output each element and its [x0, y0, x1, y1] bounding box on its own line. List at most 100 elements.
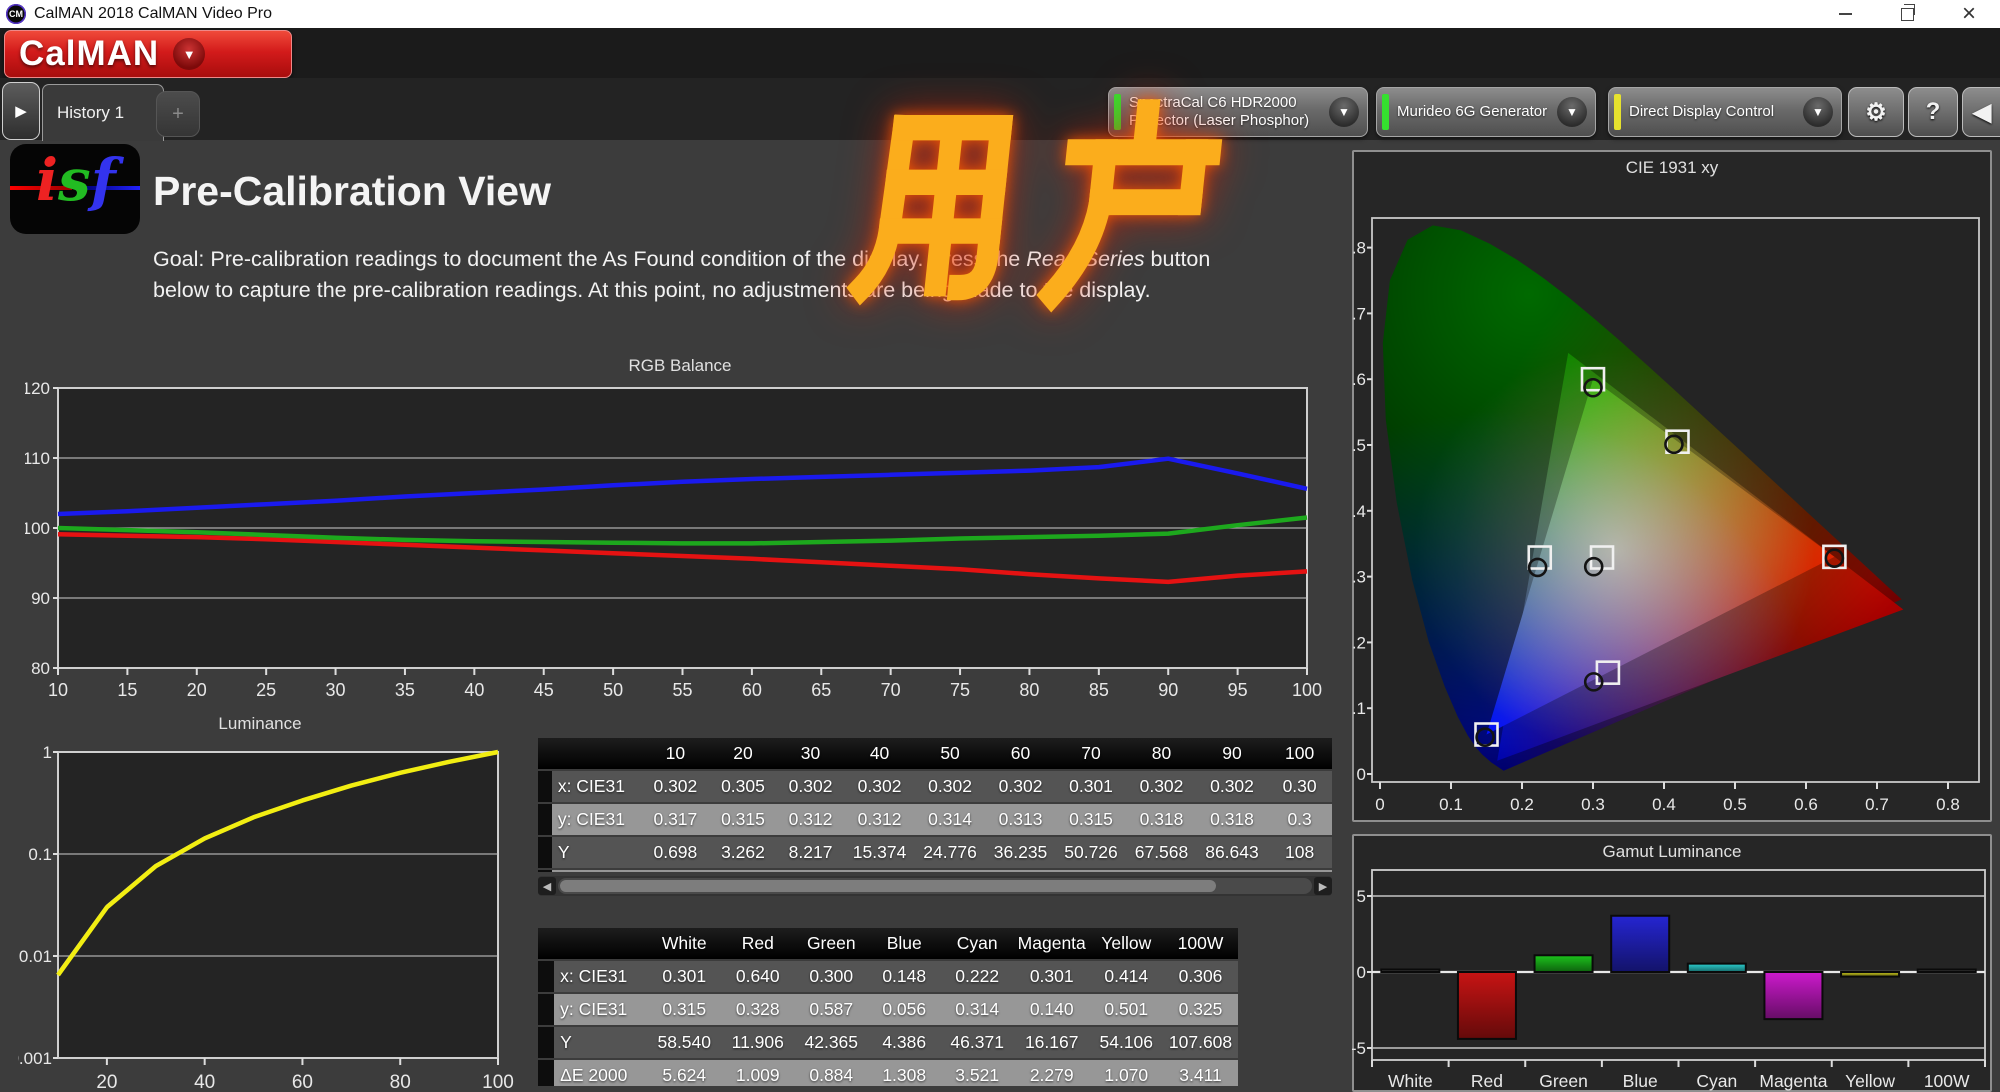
axis-label: 20 [187, 680, 207, 698]
table-row: y: CIE31 0.317 0.315 0.312 0.312 0.314 0.313 0.… [538, 804, 1332, 835]
axis-label: Green [1539, 1071, 1588, 1091]
table-cell: 16.167 [1013, 1027, 1090, 1058]
table-cell: 1.070 [1089, 1060, 1164, 1086]
display-dropdown[interactable]: ▼ [1803, 97, 1833, 127]
calman-menu-dropdown[interactable]: ▼ [173, 38, 206, 70]
table-cell: 0.056 [868, 994, 941, 1025]
restore-button[interactable] [1876, 0, 1938, 28]
tab-history-1[interactable]: History 1 [42, 84, 164, 141]
table-row: x: CIE31 0.301 0.640 0.300 0.148 0.222 0.301 0.… [538, 961, 1238, 992]
isf-letter-i: i [36, 146, 59, 214]
table-cell: 40 [844, 738, 915, 769]
table-cell [538, 994, 555, 1025]
add-tab-button[interactable]: + [156, 91, 200, 137]
calman-app-window: CM CalMAN 2018 CalMAN Video Pro × CalMAN… [0, 0, 2000, 1092]
axis-label: 0 [1357, 963, 1366, 982]
axis-label: Cyan [1696, 1071, 1737, 1091]
question-icon: ? [1925, 98, 1941, 125]
axis-label: 85 [1089, 680, 1109, 698]
table-cell: 42.365 [794, 1027, 869, 1058]
axis-label: 30 [326, 680, 346, 698]
cie-1931-chart: 0 0.1 0.2 0.3 0.4 0.5 0.6 0.7 0.8 0 0.1 0.2 0.3 0.4 0.… [1352, 217, 1980, 814]
table-cell: 5.624 [647, 1060, 722, 1086]
grayscale-table-scrollbar[interactable]: ◀ ▶ [538, 876, 1332, 896]
scrollbar-track[interactable] [558, 878, 1312, 894]
display-control-button[interactable]: Direct Display Control ▼ [1608, 87, 1842, 137]
table-cell: 2.537 [709, 870, 777, 872]
chevron-down-icon: ▼ [1566, 105, 1578, 119]
gamut-bar-red [1456, 971, 1517, 1040]
table-cell: 60 [985, 738, 1056, 769]
table-cell: 0.640 [721, 961, 795, 992]
table-cell: 0.302 [1196, 771, 1268, 802]
generator-device-button[interactable]: Murideo 6G Generator ▼ [1376, 87, 1596, 137]
settings-button[interactable]: ⚙ [1848, 87, 1904, 137]
table-cell: 80 [1126, 738, 1197, 769]
axis-label: 60 [292, 1072, 313, 1092]
axis-label: 20 [96, 1072, 117, 1092]
titlebar: CM CalMAN 2018 CalMAN Video Pro × [0, 0, 2000, 28]
table-cell: 0.325 [1163, 994, 1238, 1025]
header-strip: CalMAN ▼ [0, 28, 2000, 78]
scroll-right-icon[interactable]: ▶ [1314, 877, 1332, 895]
table-cell: 3.5 [1267, 870, 1332, 872]
window-title: CalMAN 2018 CalMAN Video Pro [34, 5, 273, 22]
table-cell: 3.411 [1163, 1060, 1238, 1086]
isf-logo: isf [10, 144, 140, 234]
help-button[interactable]: ? [1908, 87, 1958, 137]
table-cell: 11.906 [721, 1027, 795, 1058]
table-cell [538, 1060, 555, 1086]
table-cell: 0.698 [641, 837, 710, 868]
table-cell: 4.672 [844, 870, 915, 872]
plus-icon: + [172, 102, 184, 125]
grayscale-table: 10 20 30 40 50 60 70 80 90 100 x: CIE31 0.302 0.305 0… [538, 736, 1332, 872]
table-cell [538, 1027, 555, 1058]
axis-label: 0.5 [1352, 436, 1366, 455]
axis-label: 0.5 [1723, 795, 1747, 814]
axis-label: 5 [1357, 887, 1366, 906]
chevron-down-icon: ▼ [1812, 105, 1824, 119]
table-cell: 107.608 [1163, 1027, 1238, 1058]
minimize-icon [1838, 13, 1852, 15]
table-cell: 50.726 [1055, 837, 1127, 868]
display-device-name: Direct Display Control [1629, 103, 1775, 120]
axis-label: 0.7 [1865, 795, 1889, 814]
axis-label: 0.001 [18, 1049, 52, 1068]
play-icon: ▶ [15, 103, 27, 120]
display-status-indicator [1614, 94, 1621, 130]
table-cell: 3.521 [940, 1060, 1014, 1086]
minimize-button[interactable] [1814, 0, 1876, 28]
table-cell: 58.540 [647, 1027, 722, 1058]
close-button[interactable]: × [1938, 0, 2000, 28]
workflow-nav-button[interactable]: ▶ [2, 82, 40, 140]
scroll-left-icon[interactable]: ◀ [538, 877, 556, 895]
table-cell: x: CIE31 [554, 961, 648, 992]
axis-label: 0.2 [1352, 633, 1366, 652]
axis-label: Magenta [1759, 1071, 1827, 1091]
collapse-panel-button[interactable]: ◀ [1962, 87, 2000, 137]
table-cell: x: CIE31 [551, 771, 642, 802]
watermark-glyph-yong [846, 114, 1014, 306]
rgb-balance-chart: 120 110 100 90 80 10 15 20 25 30 35 40 45 50 55 60 65 70 7… [25, 379, 1322, 698]
table-cell: 0.312 [776, 804, 845, 835]
generator-dropdown[interactable]: ▼ [1557, 97, 1587, 127]
table-cell: ΔE 2000 [551, 870, 642, 872]
table-cell: 0.305 [709, 771, 777, 802]
chevron-down-icon: ▼ [182, 46, 196, 62]
table-cell: 0.315 [709, 804, 777, 835]
app-icon: CM [6, 4, 26, 24]
gamut-bar-green [1533, 954, 1594, 973]
axis-label: 100 [1292, 680, 1322, 698]
scrollbar-thumb[interactable] [560, 880, 1216, 892]
table-row: Y 0.698 3.262 8.217 15.374 24.776 36.235 50.726… [538, 837, 1332, 868]
table-cell: White [647, 928, 722, 959]
table-cell: 3.973 [776, 870, 845, 872]
table-cell: y: CIE31 [551, 804, 642, 835]
calman-menu-button[interactable]: CalMAN ▼ [4, 30, 292, 78]
axis-label: 110 [25, 449, 50, 468]
table-cell: 0.302 [985, 771, 1056, 802]
meter-dropdown[interactable]: ▼ [1329, 97, 1359, 127]
table-cell [554, 928, 648, 959]
table-cell [538, 804, 552, 835]
table-cell: 20 [709, 738, 777, 769]
